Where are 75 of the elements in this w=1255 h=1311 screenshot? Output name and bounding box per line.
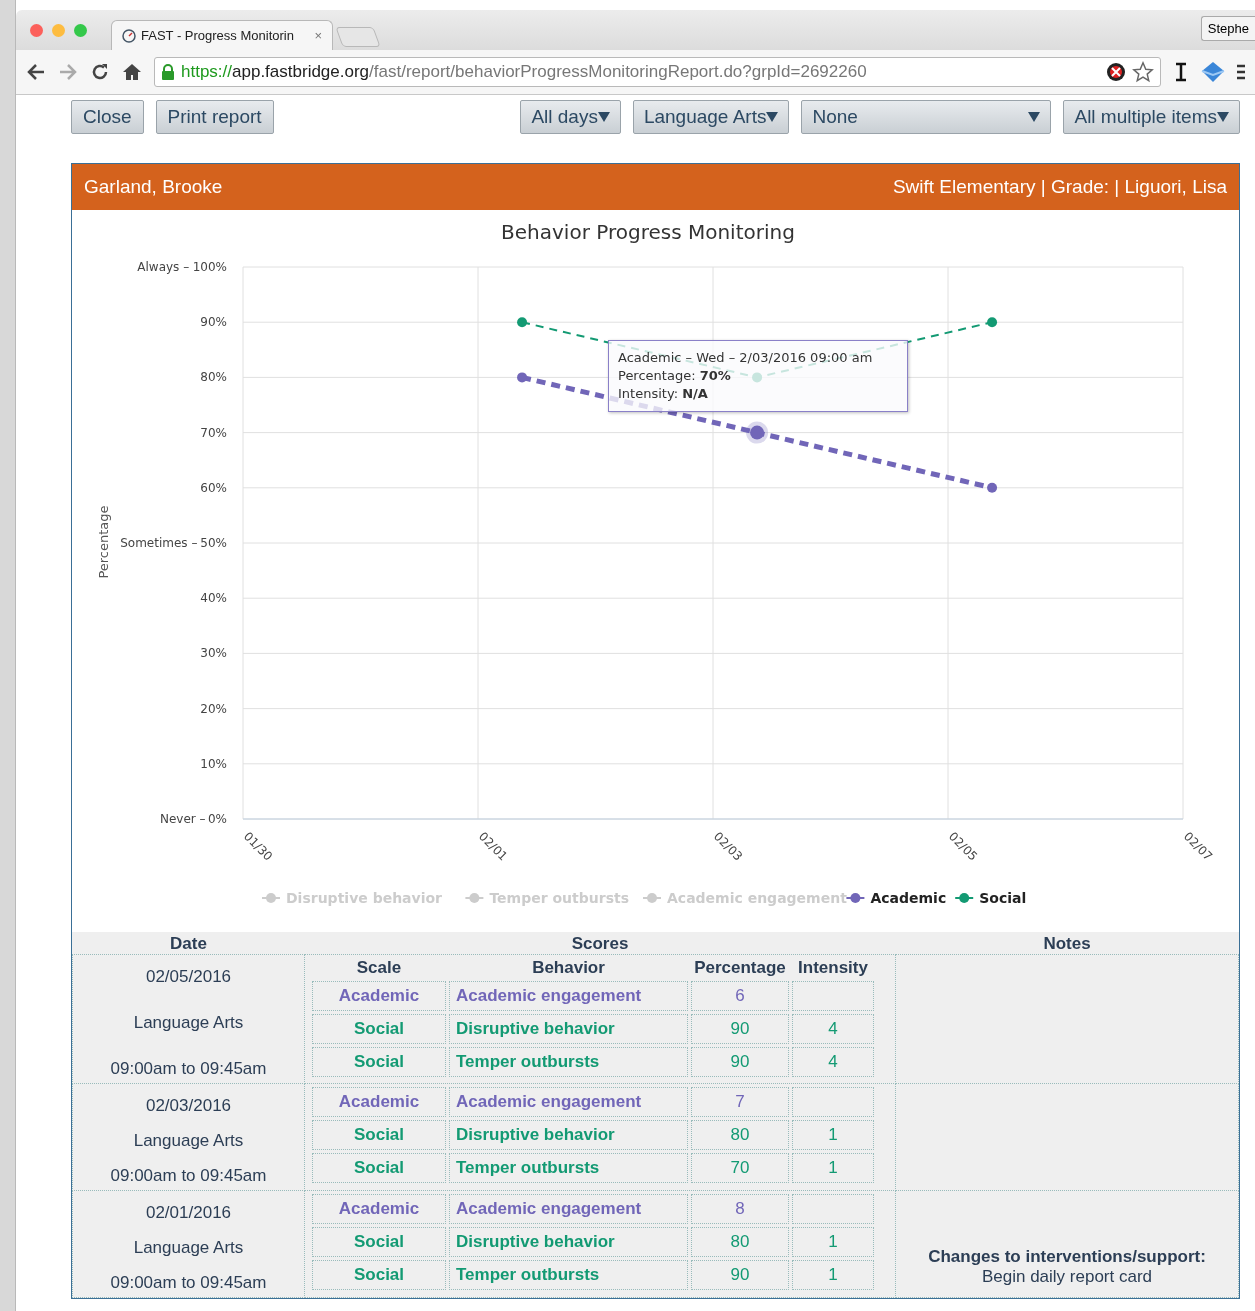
y-tick-label: 20% bbox=[200, 701, 227, 716]
column-header: Intensity bbox=[797, 958, 869, 978]
table-cell: Temper outbursts bbox=[449, 1153, 688, 1183]
table-cell: Academic bbox=[312, 981, 446, 1011]
table-cell: 80 bbox=[691, 1120, 789, 1150]
table-cell: Social bbox=[312, 1014, 446, 1044]
table-cell: Academic bbox=[312, 1194, 446, 1224]
y-tick-label: 70% bbox=[200, 425, 227, 440]
school-info: Swift Elementary | Grade: | Liguori, Lisa bbox=[892, 176, 1227, 198]
table-cell: Academic engagement bbox=[449, 981, 688, 1011]
table-cell: 8 bbox=[691, 1194, 789, 1224]
legend-label: Academic bbox=[870, 890, 947, 906]
table-cell: 1 bbox=[792, 1120, 874, 1150]
tooltip-percentage: Percentage: 70% bbox=[618, 367, 732, 385]
session-date: 02/05/2016 bbox=[145, 967, 232, 987]
column-header: Notes bbox=[895, 932, 1239, 955]
y-tick-label: 10% bbox=[200, 756, 227, 771]
table-cell: Academic engagement bbox=[449, 1087, 688, 1117]
column-header: Scores bbox=[304, 932, 896, 955]
tab-title: FAST - Progress Monitorin bbox=[141, 28, 295, 43]
column-header: Scale bbox=[355, 958, 403, 978]
session-subject: Language Arts bbox=[133, 1013, 244, 1033]
y-tick-label: 30% bbox=[200, 646, 227, 661]
table-cell: 70 bbox=[691, 1153, 789, 1183]
y-tick-label: 50% bbox=[200, 536, 227, 550]
table-cell: Disruptive behavior bbox=[449, 1014, 688, 1044]
table-cell: Social bbox=[312, 1227, 446, 1257]
tooltip-intensity: Intensity: N/A bbox=[618, 385, 709, 403]
table-cell: 4 bbox=[792, 1014, 874, 1044]
session-subject: Language Arts bbox=[133, 1238, 244, 1258]
table-cell: 90 bbox=[691, 1047, 789, 1077]
table-cell: 6 bbox=[691, 981, 789, 1011]
student-name: Garland, Brooke bbox=[84, 176, 223, 198]
y-tick-label: 90% bbox=[200, 315, 227, 330]
table-cell: Temper outbursts bbox=[449, 1260, 688, 1290]
column-header: Behavior bbox=[531, 958, 606, 978]
session-time: 09:00am to 09:45am bbox=[110, 1273, 267, 1293]
table-cell: 7 bbox=[691, 1087, 789, 1117]
table-cell: Social bbox=[312, 1047, 446, 1077]
table-cell: 1 bbox=[792, 1153, 874, 1183]
y-axis-title: Percentage bbox=[96, 505, 111, 579]
session-time: 09:00am to 09:45am bbox=[110, 1059, 267, 1079]
table-cell: Academic engagement bbox=[449, 1194, 688, 1224]
y-level-label: Always – bbox=[137, 260, 190, 274]
y-tick-label: 0% bbox=[207, 812, 227, 826]
table-cell: 90 bbox=[691, 1014, 789, 1044]
tooltip-title: Academic – Wed – 2/03/2016 09:00 am bbox=[618, 349, 874, 367]
table-cell: Disruptive behavior bbox=[449, 1227, 688, 1257]
y-tick-label: 80% bbox=[200, 370, 227, 385]
table-cell: Social bbox=[312, 1260, 446, 1290]
y-tick-label: 60% bbox=[200, 480, 227, 495]
note-text: Begin daily report card bbox=[981, 1267, 1153, 1287]
table-cell: 90 bbox=[691, 1260, 789, 1290]
y-level-label: Never – bbox=[160, 812, 206, 826]
table-cell: Social bbox=[312, 1120, 446, 1150]
y-tick-label: 40% bbox=[200, 591, 227, 606]
session-date: 02/03/2016 bbox=[145, 1096, 232, 1116]
table-cell: Academic bbox=[312, 1087, 446, 1117]
session-subject: Language Arts bbox=[133, 1131, 244, 1151]
table-cell: Temper outbursts bbox=[449, 1047, 688, 1077]
legend-label: Social bbox=[979, 890, 1027, 906]
y-level-label: Sometimes – bbox=[120, 536, 198, 550]
note-label: Changes to interventions/support: bbox=[928, 1247, 1206, 1267]
table-cell: Social bbox=[312, 1153, 446, 1183]
session-date: 02/01/2016 bbox=[145, 1203, 232, 1223]
table-cell: Disruptive behavior bbox=[449, 1120, 688, 1150]
session-time: 09:00am to 09:45am bbox=[110, 1166, 267, 1186]
table-cell: 80 bbox=[691, 1227, 789, 1257]
y-tick-label: 100% bbox=[192, 260, 227, 274]
table-cell: 1 bbox=[792, 1260, 874, 1290]
column-header: Percentage bbox=[693, 958, 787, 978]
table-cell: 1 bbox=[792, 1227, 874, 1257]
table-cell: 4 bbox=[792, 1047, 874, 1077]
column-header: Date bbox=[72, 932, 305, 955]
chart-title: Behavior Progress Monitoring bbox=[501, 220, 795, 244]
